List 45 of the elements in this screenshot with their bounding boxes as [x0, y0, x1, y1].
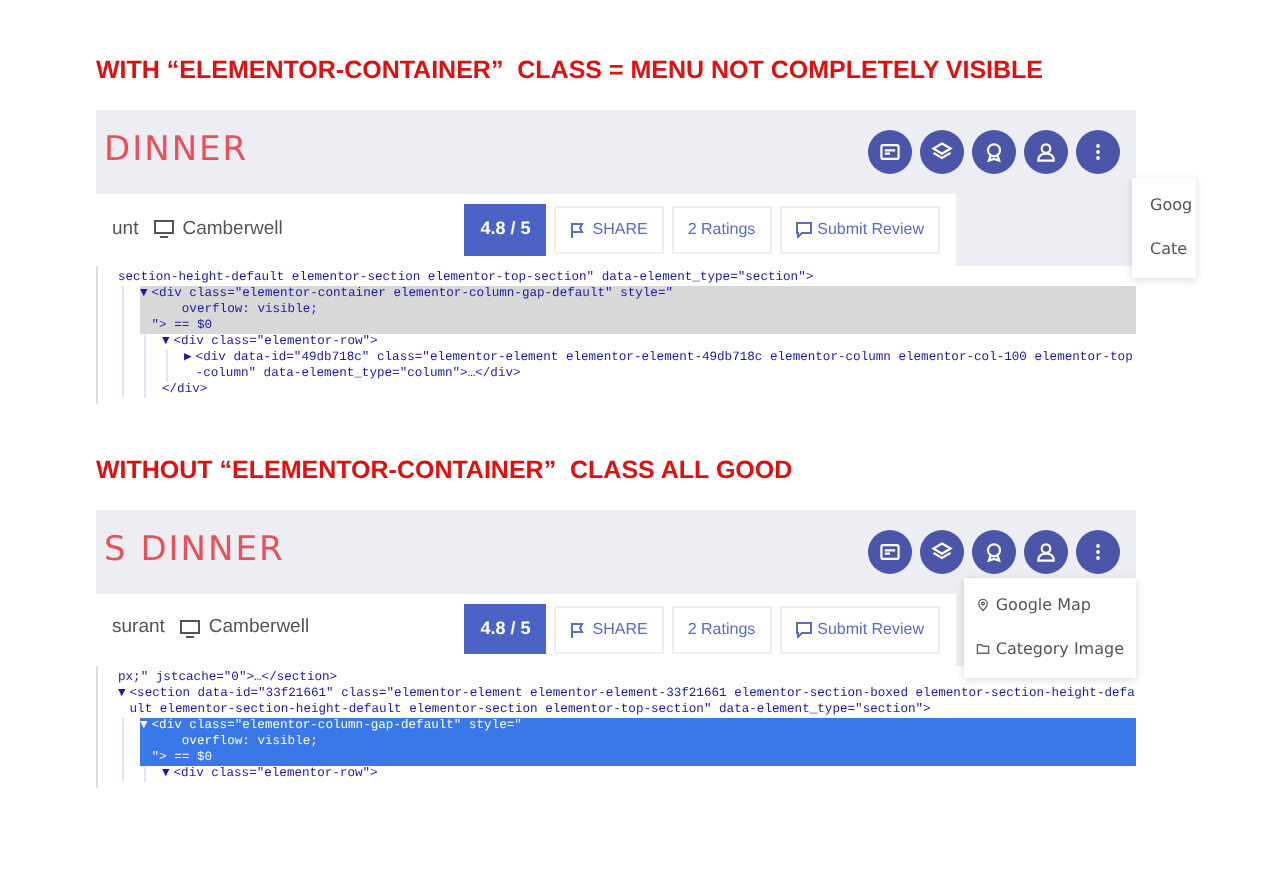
submit-review-button[interactable]: Submit Review — [779, 605, 940, 653]
person-icon — [1034, 139, 1058, 164]
monitor-icon — [180, 620, 201, 638]
site-title: DINNER — [104, 128, 249, 174]
layers-button[interactable] — [920, 129, 964, 174]
ratings-button[interactable]: 2 Ratings — [671, 205, 772, 254]
section-heading: WITH “ELEMENTOR-CONTAINER” CLASS = MENU NOT COMPLETELY VISIBLE — [96, 54, 1046, 88]
ratings-button[interactable]: 2 Ratings — [671, 605, 772, 653]
person-button[interactable] — [1024, 129, 1068, 174]
location-text: Camberwell — [208, 614, 310, 643]
layers-button[interactable] — [920, 529, 964, 573]
image-card-icon — [878, 539, 902, 563]
flag-icon — [570, 221, 587, 238]
comment-icon — [795, 621, 812, 637]
folder-icon — [975, 642, 990, 656]
rating-button[interactable]: 4.8 / 5 — [464, 204, 547, 255]
menu-item[interactable]: Category Image — [975, 627, 1124, 671]
more-button[interactable] — [1076, 529, 1120, 573]
menu-item[interactable]: Google Map — [975, 583, 1124, 627]
badge-icon — [982, 139, 1006, 164]
monitor-icon — [154, 220, 175, 239]
layers-icon — [930, 139, 954, 164]
image-card-button[interactable] — [868, 129, 912, 174]
comment-icon — [795, 221, 812, 238]
category-text: unt — [112, 215, 139, 244]
submit-review-button[interactable]: Submit Review — [779, 205, 940, 254]
category-text: surant — [112, 614, 165, 643]
flag-icon — [570, 621, 587, 637]
menu-item[interactable]: Cate — [1144, 227, 1184, 272]
person-icon — [1034, 539, 1058, 563]
image-card-button[interactable] — [868, 529, 912, 573]
image-card-icon — [878, 139, 902, 164]
share-button[interactable]: SHARE — [554, 205, 664, 254]
location-text: Camberwell — [182, 215, 283, 244]
badge-button[interactable] — [972, 529, 1016, 573]
person-button[interactable] — [1024, 529, 1068, 573]
pin-icon — [975, 598, 990, 612]
site-title: S DINNER — [104, 527, 285, 574]
badge-icon — [982, 539, 1006, 563]
section-heading: WITHOUT “ELEMENTOR-CONTAINER” CLASS ALL GOOD — [96, 453, 795, 488]
rating-button[interactable]: 4.8 / 5 — [464, 603, 547, 655]
share-button[interactable]: SHARE — [554, 605, 664, 653]
more-button[interactable] — [1076, 129, 1120, 174]
badge-button[interactable] — [972, 129, 1016, 174]
layers-icon — [930, 539, 954, 563]
